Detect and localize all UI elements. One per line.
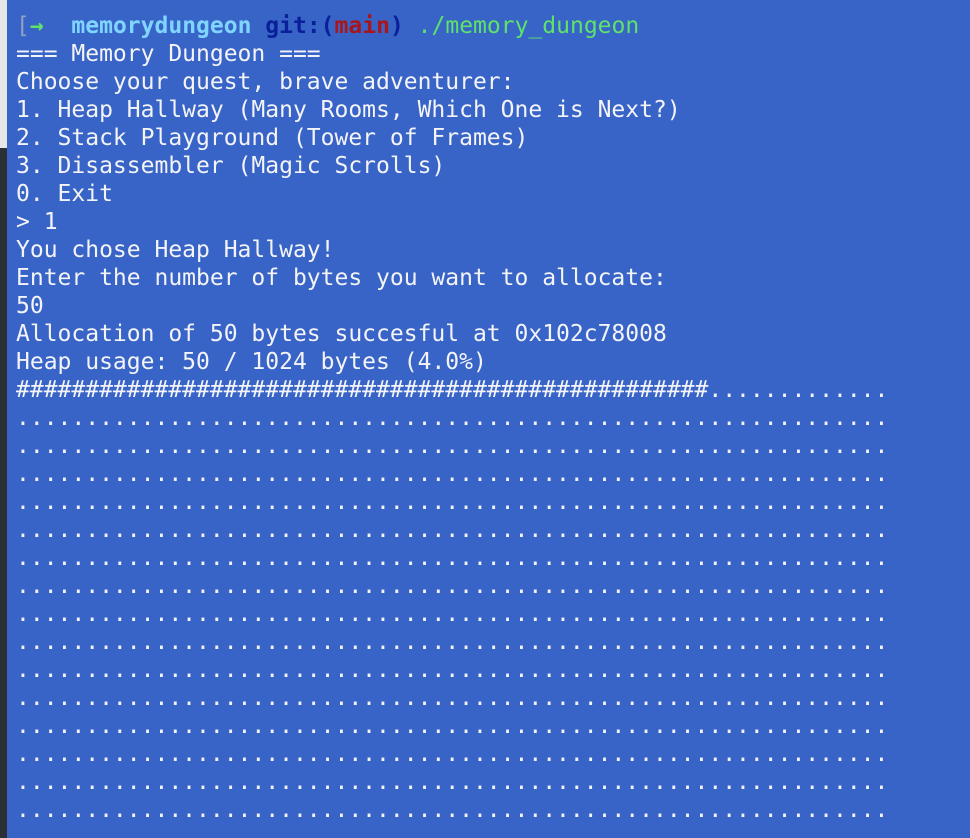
output-allocation-result: Allocation of 50 bytes succesful at 0x10… bbox=[16, 321, 667, 347]
user-choice-input: > 1 bbox=[16, 209, 58, 235]
menu-option-heap: 1. Heap Hallway (Many Rooms, Which One i… bbox=[16, 97, 681, 123]
output-quest-prompt: Choose your quest, brave adventurer: bbox=[16, 69, 515, 95]
shell-command: ./memory_dungeon bbox=[417, 13, 640, 39]
heap-map-row-used: ########################################… bbox=[16, 377, 889, 403]
background-window-light-edge bbox=[0, 0, 7, 148]
menu-option-stack: 2. Stack Playground (Tower of Frames) bbox=[16, 125, 529, 151]
prompt-arrow-icon: → bbox=[29, 13, 44, 39]
heap-map-row-free: ........................................… bbox=[16, 797, 889, 823]
output-choice-confirm: You chose Heap Hallway! bbox=[16, 237, 335, 263]
heap-map-row-free: ........................................… bbox=[16, 573, 889, 599]
heap-map-row-free: ........................................… bbox=[16, 461, 889, 487]
heap-map-row-free: ........................................… bbox=[16, 433, 889, 459]
heap-map-row-free: ........................................… bbox=[16, 545, 889, 571]
heap-map-row-free: ........................................… bbox=[16, 713, 889, 739]
current-directory: memorydungeon bbox=[71, 13, 252, 39]
background-window-edge bbox=[0, 0, 7, 838]
git-branch: main bbox=[334, 13, 390, 39]
output-title: === Memory Dungeon === bbox=[16, 41, 321, 67]
menu-option-exit: 0. Exit bbox=[16, 181, 113, 207]
heap-map-row-free: ........................................… bbox=[16, 685, 889, 711]
heap-map-row-free: ........................................… bbox=[16, 405, 889, 431]
user-bytes-input: 50 bbox=[16, 293, 44, 319]
heap-map-row-free: ........................................… bbox=[16, 769, 889, 795]
heap-map-row-free: ........................................… bbox=[16, 741, 889, 767]
shell-prompt-line: [→ memorydungeon git:(main) ./memory_dun… bbox=[16, 12, 639, 40]
heap-map-row-free: ........................................… bbox=[16, 657, 889, 683]
git-prefix: git:( bbox=[265, 13, 335, 39]
output-bytes-prompt: Enter the number of bytes you want to al… bbox=[16, 265, 667, 291]
heap-map-row-free: ........................................… bbox=[16, 601, 889, 627]
screen: [→ memorydungeon git:(main) ./memory_dun… bbox=[0, 0, 970, 838]
prompt-bracket: [ bbox=[16, 13, 30, 39]
heap-map-row-free: ........................................… bbox=[16, 517, 889, 543]
heap-map-row-free: ........................................… bbox=[16, 489, 889, 515]
git-suffix: ) bbox=[389, 13, 404, 39]
menu-option-disassembler: 3. Disassembler (Magic Scrolls) bbox=[16, 153, 446, 179]
output-heap-usage: Heap usage: 50 / 1024 bytes (4.0%) bbox=[16, 349, 487, 375]
terminal-window[interactable]: [→ memorydungeon git:(main) ./memory_dun… bbox=[7, 0, 970, 838]
heap-map-row-free: ........................................… bbox=[16, 629, 889, 655]
